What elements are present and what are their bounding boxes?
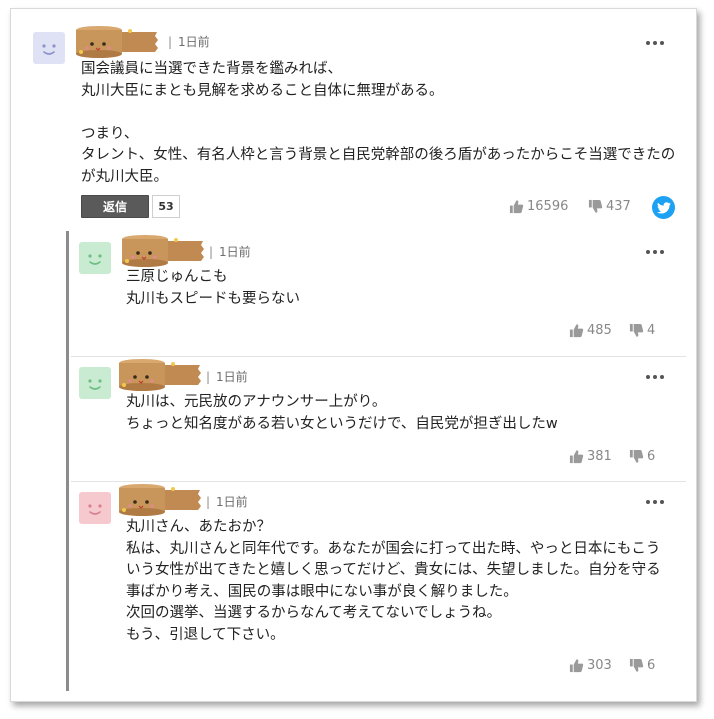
more-options-button[interactable] [644,247,666,257]
thumbs-up-icon [569,450,584,464]
like-count: 16596 [527,199,569,214]
thumbs-up-icon [509,200,524,214]
dislike-button[interactable]: 437 [588,199,631,214]
dislike-button[interactable]: 6 [629,658,655,673]
like-count: 381 [587,449,612,464]
reply-thread-line [66,231,69,691]
like-button[interactable]: 303 [569,658,612,673]
like-button[interactable]: 16596 [509,199,568,214]
thumbs-up-icon [569,659,584,673]
more-options-button[interactable] [644,38,666,48]
more-options-button[interactable] [644,497,666,507]
dislike-count: 6 [647,658,656,673]
more-dots-icon [646,41,664,45]
thumbs-down-icon [588,199,603,213]
reply-avatar[interactable] [79,242,111,274]
reply-divider [71,481,686,482]
thumbs-down-icon [629,449,644,463]
meta-separator: | [209,245,214,259]
dislike-count: 437 [606,199,631,214]
comment-timestamp: | 1日前 [168,33,210,50]
like-button[interactable]: 381 [569,449,612,464]
timestamp-text: 1日前 [216,370,248,384]
like-button[interactable]: 485 [569,323,612,338]
like-count: 303 [587,658,612,673]
thumbs-down-icon [629,323,644,337]
reply-timestamp: | 1日前 [206,368,248,385]
reply-button[interactable]: 返信 [81,195,149,218]
dislike-button[interactable]: 6 [629,449,655,464]
username-mask-tape-sticker [75,25,159,59]
meta-separator: | [206,495,211,509]
reply-body: 三原じゅんこも 丸川もスピードも要らない [126,269,300,307]
timestamp-text: 1日前 [178,35,210,49]
dislike-count: 6 [647,449,656,464]
more-dots-icon [646,500,664,504]
username-mask-tape-sticker [118,483,202,517]
username-mask-tape-sticker [118,358,202,392]
reply-timestamp: | 1日前 [209,243,251,260]
reply-body: 丸川は、元民放のアナウンサー上がり。 ちょっと知名度がある若い女というだけで、自… [126,394,558,432]
user-avatar[interactable] [33,32,65,64]
timestamp-text: 1日前 [219,245,251,259]
more-dots-icon [646,375,664,379]
thumbs-down-icon [629,658,644,672]
reply-count-badge: 53 [152,195,180,218]
share-twitter-button[interactable] [652,196,675,219]
thumbs-up-icon [569,324,584,338]
comment-body: 国会議員に当選できた背景を鑑みれば、 丸川大臣にまとも見解を求めること自体に無理… [81,61,676,185]
reply-timestamp: | 1日前 [206,493,248,510]
username-mask-tape-sticker [121,234,205,268]
meta-separator: | [206,370,211,384]
dislike-button[interactable]: 4 [629,323,655,338]
timestamp-text: 1日前 [216,495,248,509]
reply-avatar[interactable] [79,367,111,399]
like-count: 485 [587,323,612,338]
meta-separator: | [168,35,173,49]
more-dots-icon [646,250,664,254]
reply-body: 丸川さん、あたおか？ 私は、丸川さんと同年代です。あなたが国会に打って出た時、や… [126,519,661,643]
reply-avatar[interactable] [79,492,111,524]
twitter-icon [656,201,671,214]
more-options-button[interactable] [644,372,666,382]
comment-panel: | 1日前 国会議員に当選できた背景を鑑みれば、 丸川大臣にまとも見解を求めること… [10,8,697,702]
reply-divider [71,356,686,357]
dislike-count: 4 [647,323,656,338]
